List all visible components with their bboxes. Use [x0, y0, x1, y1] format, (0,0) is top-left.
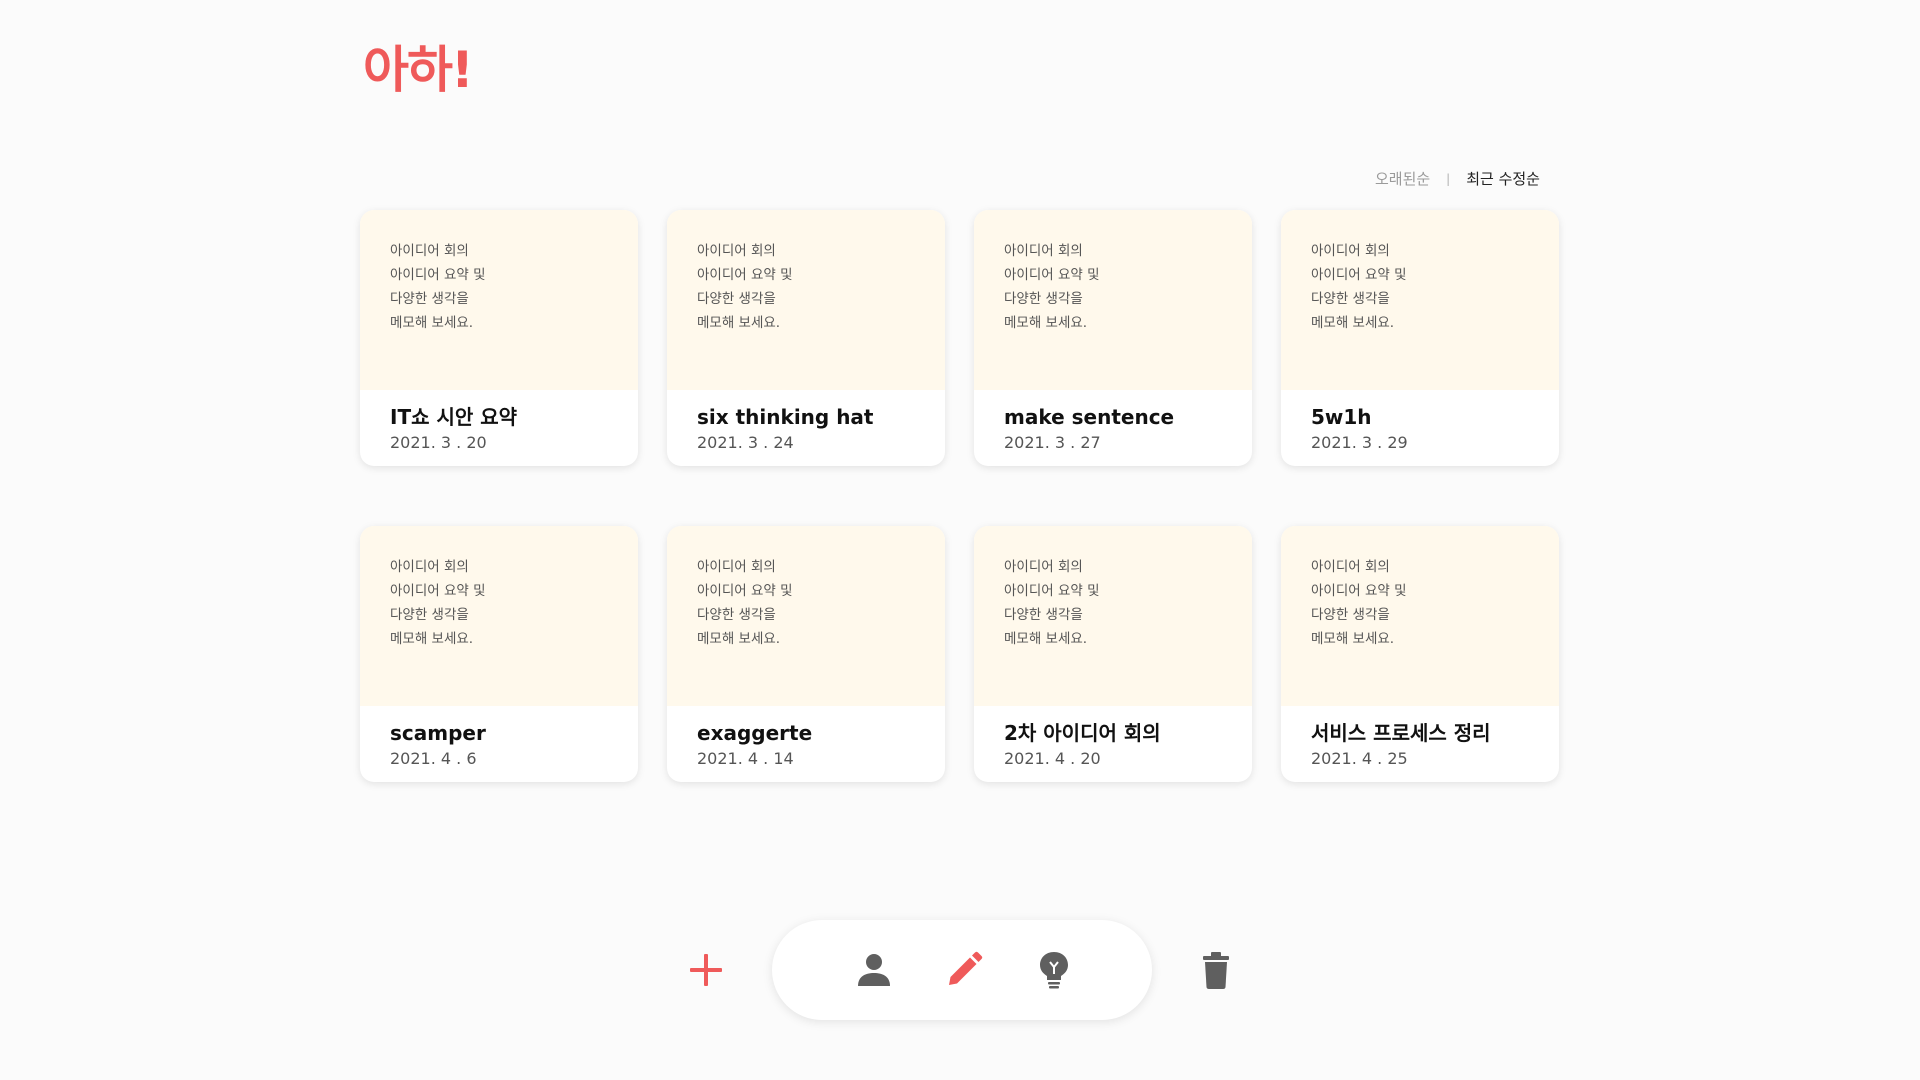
preview-line: 메모해 보세요. — [1311, 315, 1395, 331]
preview-line: 아이디어 요약 및 — [1311, 267, 1407, 283]
preview-line: 다양한 생각을 — [390, 291, 469, 307]
card-title: six thinking hat — [697, 405, 874, 429]
card-info: 서비스 프로세스 정리 2021. 4 . 25 — [1281, 706, 1559, 771]
preview-line: 메모해 보세요. — [1311, 631, 1395, 647]
preview-line: 아이디어 요약 및 — [697, 267, 793, 283]
card-preview: 아이디어 회의 아이디어 요약 및 다양한 생각을 메모해 보세요. — [667, 526, 945, 706]
card-date: 2021. 4 . 25 — [1311, 749, 1408, 768]
preview-line: 아이디어 회의 — [1311, 559, 1390, 575]
card-info: scamper 2021. 4 . 6 — [360, 706, 638, 771]
preview-line: 아이디어 요약 및 — [390, 267, 486, 283]
card-title: 5w1h — [1311, 405, 1372, 429]
person-icon — [858, 954, 890, 986]
preview-line: 다양한 생각을 — [1311, 607, 1390, 623]
profile-button[interactable] — [854, 950, 894, 990]
page: 아하! 오래된순 | 최근 수정순 아이디어 회의 아이디어 요약 및 다양한 … — [0, 0, 1920, 1080]
memo-card[interactable]: 아이디어 회의 아이디어 요약 및 다양한 생각을 메모해 보세요. six t… — [667, 210, 945, 466]
card-info: 5w1h 2021. 3 . 29 — [1281, 390, 1559, 455]
idea-button[interactable] — [1034, 950, 1074, 990]
preview-line: 다양한 생각을 — [697, 291, 776, 307]
card-date: 2021. 3 . 29 — [1311, 433, 1408, 452]
card-title: make sentence — [1004, 405, 1175, 429]
card-info: make sentence 2021. 3 . 27 — [974, 390, 1252, 455]
preview-line: 아이디어 회의 — [697, 559, 776, 575]
preview-line: 다양한 생각을 — [697, 607, 776, 623]
preview-line: 아이디어 회의 — [390, 243, 469, 259]
preview-line: 아이디어 회의 — [1004, 559, 1083, 575]
preview-line: 메모해 보세요. — [390, 315, 474, 331]
card-info: 2차 아이디어 회의 2021. 4 . 20 — [974, 706, 1252, 771]
card-date: 2021. 3 . 27 — [1004, 433, 1101, 452]
card-preview: 아이디어 회의 아이디어 요약 및 다양한 생각을 메모해 보세요. — [974, 526, 1252, 706]
sort-oldest-option[interactable]: 오래된순 — [1375, 168, 1430, 189]
preview-line: 메모해 보세요. — [697, 631, 781, 647]
preview-line: 메모해 보세요. — [390, 631, 474, 647]
card-preview: 아이디어 회의 아이디어 요약 및 다양한 생각을 메모해 보세요. — [974, 210, 1252, 390]
sort-recent-option[interactable]: 최근 수정순 — [1466, 168, 1540, 189]
preview-line: 아이디어 요약 및 — [390, 583, 486, 599]
card-title: scamper — [390, 721, 486, 745]
card-date: 2021. 4 . 6 — [390, 749, 477, 768]
preview-line: 다양한 생각을 — [1004, 607, 1083, 623]
memo-card[interactable]: 아이디어 회의 아이디어 요약 및 다양한 생각을 메모해 보세요. 서비스 프… — [1281, 526, 1559, 782]
preview-line: 아이디어 회의 — [1004, 243, 1083, 259]
delete-button[interactable] — [1196, 950, 1236, 990]
mode-switcher — [772, 920, 1152, 1020]
sort-divider: | — [1446, 171, 1451, 186]
lightbulb-icon — [1040, 952, 1068, 989]
add-memo-button[interactable] — [686, 950, 726, 990]
sort-bar: 오래된순 | 최근 수정순 — [1375, 168, 1540, 189]
preview-line: 메모해 보세요. — [1004, 631, 1088, 647]
preview-line: 아이디어 요약 및 — [1004, 583, 1100, 599]
memo-card[interactable]: 아이디어 회의 아이디어 요약 및 다양한 생각을 메모해 보세요. make … — [974, 210, 1252, 466]
preview-line: 아이디어 요약 및 — [697, 583, 793, 599]
preview-line: 다양한 생각을 — [1004, 291, 1083, 307]
card-preview: 아이디어 회의 아이디어 요약 및 다양한 생각을 메모해 보세요. — [1281, 526, 1559, 706]
card-date: 2021. 3 . 20 — [390, 433, 487, 452]
edit-button[interactable] — [944, 950, 984, 990]
card-info: exaggerte 2021. 4 . 14 — [667, 706, 945, 771]
memo-card[interactable]: 아이디어 회의 아이디어 요약 및 다양한 생각을 메모해 보세요. exagg… — [667, 526, 945, 782]
preview-line: 아이디어 요약 및 — [1004, 267, 1100, 283]
preview-line: 아이디어 회의 — [697, 243, 776, 259]
card-info: IT쇼 시안 요약 2021. 3 . 20 — [360, 390, 638, 455]
preview-line: 아이디어 요약 및 — [1311, 583, 1407, 599]
preview-line: 다양한 생각을 — [390, 607, 469, 623]
card-preview: 아이디어 회의 아이디어 요약 및 다양한 생각을 메모해 보세요. — [360, 526, 638, 706]
card-preview: 아이디어 회의 아이디어 요약 및 다양한 생각을 메모해 보세요. — [667, 210, 945, 390]
card-preview: 아이디어 회의 아이디어 요약 및 다양한 생각을 메모해 보세요. — [1281, 210, 1559, 390]
memo-card[interactable]: 아이디어 회의 아이디어 요약 및 다양한 생각을 메모해 보세요. 2차 아이… — [974, 526, 1252, 782]
card-title: IT쇼 시안 요약 — [390, 405, 518, 429]
preview-line: 메모해 보세요. — [697, 315, 781, 331]
card-preview: 아이디어 회의 아이디어 요약 및 다양한 생각을 메모해 보세요. — [360, 210, 638, 390]
trash-icon — [1203, 952, 1229, 989]
preview-line: 아이디어 회의 — [1311, 243, 1390, 259]
card-date: 2021. 3 . 24 — [697, 433, 794, 452]
card-title: 서비스 프로세스 정리 — [1311, 721, 1491, 745]
memo-card[interactable]: 아이디어 회의 아이디어 요약 및 다양한 생각을 메모해 보세요. 5w1h … — [1281, 210, 1559, 466]
card-title: 2차 아이디어 회의 — [1004, 721, 1161, 745]
card-date: 2021. 4 . 14 — [697, 749, 794, 768]
memo-card-grid: 아이디어 회의 아이디어 요약 및 다양한 생각을 메모해 보세요. IT쇼 시… — [360, 210, 1561, 782]
card-title: exaggerte — [697, 721, 813, 745]
plus-icon — [690, 954, 722, 986]
card-info: six thinking hat 2021. 3 . 24 — [667, 390, 945, 455]
card-date: 2021. 4 . 20 — [1004, 749, 1101, 768]
memo-card[interactable]: 아이디어 회의 아이디어 요약 및 다양한 생각을 메모해 보세요. scamp… — [360, 526, 638, 782]
memo-card[interactable]: 아이디어 회의 아이디어 요약 및 다양한 생각을 메모해 보세요. IT쇼 시… — [360, 210, 638, 466]
pencil-icon — [949, 951, 983, 985]
preview-line: 메모해 보세요. — [1004, 315, 1088, 331]
preview-line: 다양한 생각을 — [1311, 291, 1390, 307]
app-logo[interactable]: 아하! — [363, 40, 474, 100]
preview-line: 아이디어 회의 — [390, 559, 469, 575]
